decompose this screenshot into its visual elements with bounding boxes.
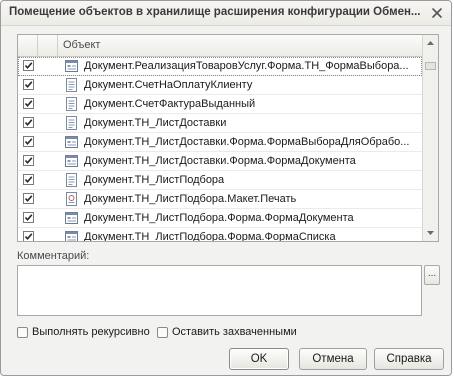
row-object-name: Документ.СчетНаОплатуКлиенту bbox=[84, 79, 253, 91]
row-checkbox[interactable] bbox=[23, 212, 34, 223]
table-row[interactable]: Документ.СчетФактураВыданный bbox=[18, 95, 422, 114]
form-icon bbox=[65, 154, 78, 168]
form-icon bbox=[65, 211, 78, 225]
row-object-name: Документ.ТН_ЛистДоставки bbox=[84, 117, 227, 129]
row-checkbox[interactable] bbox=[23, 60, 34, 71]
keep-captured-checkbox[interactable] bbox=[157, 327, 168, 338]
arrow-down-icon bbox=[427, 231, 434, 235]
header-object-column[interactable]: Объект bbox=[63, 39, 100, 51]
table-row[interactable]: Документ.РеализацияТоваровУслуг.Форма.ТН… bbox=[18, 57, 422, 76]
form-icon bbox=[65, 230, 78, 241]
row-checkbox[interactable] bbox=[23, 117, 34, 128]
table-row[interactable]: Документ.ТН_ЛистДоставки.Форма.ФормаВыбо… bbox=[18, 133, 422, 152]
ok-button[interactable]: OK bbox=[229, 348, 289, 370]
row-object-name: Документ.ТН_ЛистПодбора.Форма.ФормаДокум… bbox=[84, 212, 354, 224]
row-checkbox[interactable] bbox=[23, 136, 34, 147]
row-checkbox[interactable] bbox=[23, 155, 34, 166]
comment-select-button[interactable]: ... bbox=[424, 265, 440, 285]
template-icon bbox=[65, 192, 78, 206]
scroll-up-button[interactable] bbox=[423, 35, 438, 51]
row-checkbox[interactable] bbox=[23, 231, 34, 241]
dialog-title: Помещение объектов в хранилище расширени… bbox=[9, 6, 421, 18]
row-object-name: Документ.РеализацияТоваровУслуг.Форма.ТН… bbox=[84, 60, 409, 72]
form-icon bbox=[65, 59, 78, 73]
dialog-window: Помещение объектов в хранилище расширени… bbox=[0, 0, 452, 376]
document-icon bbox=[65, 78, 78, 92]
row-checkbox[interactable] bbox=[23, 98, 34, 109]
table-row[interactable]: Документ.СчетНаОплатуКлиенту bbox=[18, 76, 422, 95]
comment-label: Комментарий: bbox=[17, 250, 90, 262]
objects-table[interactable]: Объект Документ.РеализацияТоваровУслуг.Ф… bbox=[17, 34, 439, 242]
row-checkbox[interactable] bbox=[23, 174, 34, 185]
header-check-column[interactable] bbox=[18, 35, 38, 56]
keep-captured-label[interactable]: Оставить захваченными bbox=[172, 326, 297, 338]
comment-input[interactable] bbox=[17, 265, 422, 316]
row-object-name: Документ.ТН_ЛистДоставки.Форма.ФормаВыбо… bbox=[84, 136, 410, 148]
row-object-name: Документ.ТН_ЛистПодбора.Форма.ФормаСписк… bbox=[84, 231, 336, 241]
table-body: Документ.РеализацияТоваровУслуг.Форма.ТН… bbox=[18, 57, 422, 241]
vertical-scrollbar[interactable] bbox=[422, 35, 438, 241]
row-object-name: Документ.СчетФактураВыданный bbox=[84, 98, 256, 110]
row-checkbox[interactable] bbox=[23, 79, 34, 90]
table-row[interactable]: Документ.ТН_ЛистДоставки.Форма.ФормаДоку… bbox=[18, 152, 422, 171]
row-checkbox[interactable] bbox=[23, 193, 34, 204]
close-button[interactable] bbox=[429, 5, 445, 21]
close-icon bbox=[432, 8, 442, 18]
table-row[interactable]: Документ.ТН_ЛистПодбора.Форма.ФормаСписк… bbox=[18, 228, 422, 241]
table-row[interactable]: Документ.ТН_ЛистДоставки bbox=[18, 114, 422, 133]
form-icon bbox=[65, 135, 78, 149]
row-object-name: Документ.ТН_ЛистПодбора bbox=[84, 174, 225, 186]
scroll-thumb[interactable] bbox=[425, 62, 436, 70]
document-icon bbox=[65, 116, 78, 130]
title-bar[interactable]: Помещение объектов в хранилище расширени… bbox=[1, 1, 451, 26]
table-row[interactable]: Документ.ТН_ЛистПодбора.Форма.ФормаДокум… bbox=[18, 209, 422, 228]
row-object-name: Документ.ТН_ЛистДоставки.Форма.ФормаДоку… bbox=[84, 155, 356, 167]
table-row[interactable]: Документ.ТН_ЛистПодбора.Макет.Печать bbox=[18, 190, 422, 209]
help-button[interactable]: Справка bbox=[374, 348, 444, 370]
table-row[interactable]: Документ.ТН_ЛистПодбора bbox=[18, 171, 422, 190]
document-icon bbox=[65, 173, 78, 187]
document-icon bbox=[65, 97, 78, 111]
header-icon-column[interactable] bbox=[38, 35, 58, 56]
table-header: Объект bbox=[18, 35, 422, 57]
recursive-checkbox[interactable] bbox=[17, 327, 28, 338]
arrow-up-icon bbox=[427, 41, 434, 45]
row-object-name: Документ.ТН_ЛистПодбора.Макет.Печать bbox=[84, 193, 297, 205]
cancel-button[interactable]: Отмена bbox=[299, 348, 367, 370]
recursive-label[interactable]: Выполнять рекурсивно bbox=[32, 326, 150, 338]
scroll-down-button[interactable] bbox=[423, 225, 438, 241]
